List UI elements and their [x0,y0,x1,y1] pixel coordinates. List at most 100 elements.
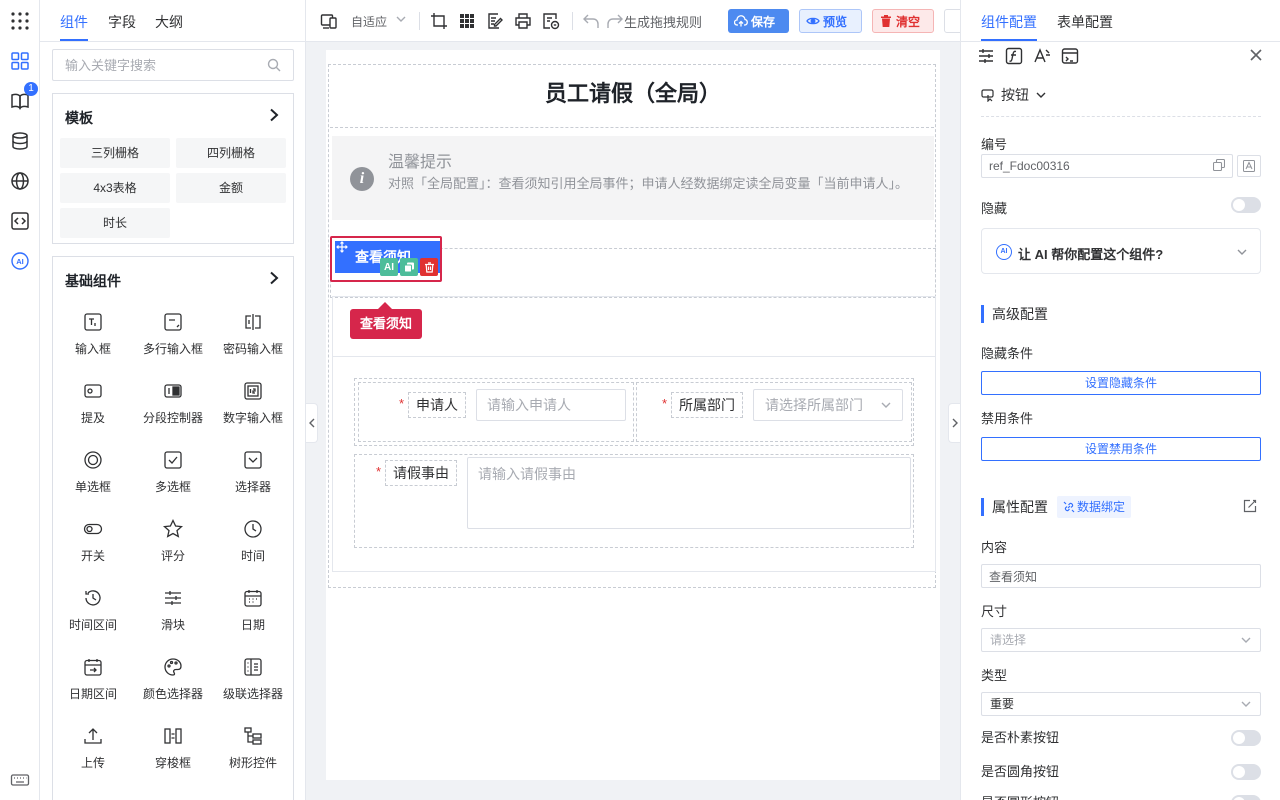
component-number[interactable]: 数字输入框 [213,381,293,441]
component-segmented[interactable]: 分段控制器 [133,381,213,441]
component-mention[interactable]: 提及 [53,381,133,441]
delete-icon[interactable] [420,258,438,276]
tip-alert[interactable]: i 温馨提示 对照「全局配置」：查看须知引用全局事件；申请人经数据绑定读全局变量… [332,136,934,220]
generate-drag-rule-button[interactable]: 生成拖拽规则 [624,12,702,31]
globe-icon[interactable] [8,169,32,193]
move-icon[interactable] [336,241,348,253]
department-select[interactable]: 请选择所属部门 [753,389,903,421]
template-item[interactable]: 三列栅格 [60,138,170,168]
transfer-icon [163,726,183,746]
component-select[interactable]: 选择器 [213,450,293,510]
device-icon[interactable] [320,12,338,30]
layout-mode-select[interactable]: 自适应 [351,13,387,30]
hidden-switch[interactable] [1231,197,1261,213]
config-panel: 组件配置 表单配置 按钮 编号 隐藏 AI 让 AI 帮你配置这个组件? 高级配… [960,0,1280,800]
component-date-range[interactable]: 日期区间 [53,657,133,717]
chevron-down-icon[interactable] [395,13,407,25]
plain-switch[interactable] [1231,730,1261,746]
notification-badge: 1 [24,82,38,96]
copy-icon[interactable] [1213,159,1225,171]
reason-textarea[interactable] [467,457,911,529]
tab-components[interactable]: 组件 [60,12,88,32]
print-icon[interactable] [514,12,532,30]
collapse-left-button[interactable] [306,403,318,443]
circle-switch[interactable] [1231,795,1261,800]
font-icon[interactable] [1237,155,1261,177]
time-range-icon [83,588,103,608]
component-transfer[interactable]: 穿梭框 [133,726,213,786]
component-slider[interactable]: 滑块 [133,588,213,648]
database-icon[interactable] [8,129,32,153]
component-radio[interactable]: 单选框 [53,450,133,510]
undo-icon[interactable] [582,12,600,30]
tab-component-config[interactable]: 组件配置 [981,12,1037,32]
component-password[interactable]: 密码输入框 [213,312,293,372]
function-icon[interactable] [1005,47,1023,65]
component-upload[interactable]: 上传 [53,726,133,786]
set-disable-condition-button[interactable]: 设置禁用条件 [981,437,1261,461]
component-search [52,49,294,81]
tab-fields[interactable]: 字段 [108,12,136,32]
card-divider [332,356,936,357]
edit-doc-icon[interactable] [486,12,504,30]
save-button[interactable]: 保存 [728,9,789,33]
component-time-range[interactable]: 时间区间 [53,588,133,648]
applicant-input[interactable] [476,389,626,421]
date-range-icon [83,657,103,677]
chevron-right-icon[interactable] [267,108,281,122]
copy-icon[interactable] [400,258,418,276]
component-checkbox[interactable]: 多选框 [133,450,213,510]
component-color-picker[interactable]: 颜色选择器 [133,657,213,717]
component-type-select[interactable]: 按钮 [981,85,1047,105]
component-date[interactable]: 日期 [213,588,293,648]
set-hide-condition-button[interactable]: 设置隐藏条件 [981,371,1261,395]
crop-icon[interactable] [430,12,448,30]
script-icon[interactable] [542,12,560,30]
tab-outline[interactable]: 大纲 [155,12,183,32]
components-icon[interactable] [8,49,32,73]
template-item[interactable]: 4x3表格 [60,173,170,203]
search-icon[interactable] [267,58,281,72]
chevron-right-icon[interactable] [267,271,281,285]
data-binding-chip[interactable]: 数据绑定 [1057,496,1132,518]
component-rate[interactable]: 评分 [133,519,213,579]
component-textarea[interactable]: 多行输入框 [133,312,213,372]
form-title[interactable]: 员工请假（全局） [326,76,940,108]
id-input[interactable] [981,154,1233,178]
search-input[interactable] [53,50,263,80]
content-input[interactable] [981,564,1261,588]
component-switch[interactable]: 开关 [53,519,133,579]
clear-button[interactable]: 清空 [872,9,934,33]
event-icon[interactable] [1061,47,1079,65]
hide-condition-label: 隐藏条件 [981,346,1034,361]
ai-icon[interactable]: AI [8,249,32,273]
template-item[interactable]: 金额 [176,173,286,203]
component-input[interactable]: 输入框 [53,312,133,372]
redo-icon[interactable] [606,12,624,30]
component-tree[interactable]: 树形控件 [213,726,293,786]
type-select[interactable]: 重要 [981,692,1261,716]
text-style-icon[interactable] [1033,47,1051,65]
size-select[interactable]: 请选择 [981,628,1261,652]
ai-tool-icon[interactable]: AI [380,258,398,276]
basic-components-title: 基础组件 [65,273,121,289]
tab-form-config[interactable]: 表单配置 [1057,12,1113,32]
preview-button[interactable]: 预览 [799,9,862,33]
tab-indicator [60,39,88,41]
ai-config-card[interactable]: AI 让 AI 帮你配置这个组件? [981,228,1261,274]
round-switch[interactable] [1231,764,1261,780]
component-time[interactable]: 时间 [213,519,293,579]
keyboard-icon[interactable] [8,768,32,792]
template-item[interactable]: 时长 [60,208,170,238]
close-icon[interactable] [1249,48,1263,62]
component-cascader[interactable]: 级联选择器 [213,657,293,717]
grid-menu-icon[interactable] [8,9,32,33]
template-item[interactable]: 四列栅格 [176,138,286,168]
sliders-icon[interactable] [977,47,995,65]
config-icon-tabs [977,47,1079,65]
collapse-right-button[interactable] [948,403,960,443]
edit-icon[interactable] [1243,499,1257,513]
code-icon[interactable] [8,209,32,233]
qrcode-icon[interactable] [458,12,476,30]
selected-component-frame[interactable]: 查看须知 AI [330,236,442,282]
